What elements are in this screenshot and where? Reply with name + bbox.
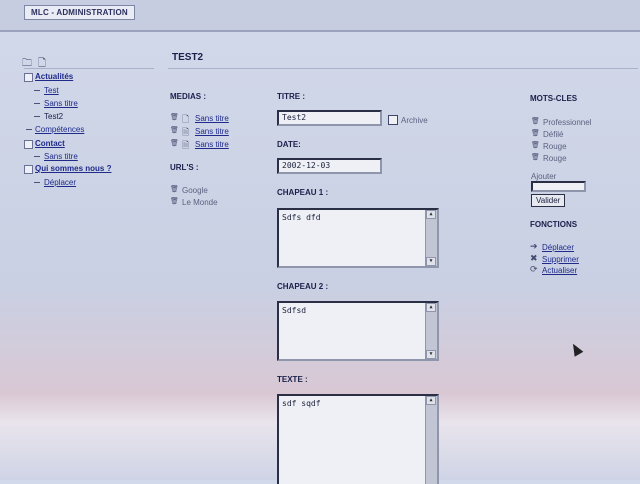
tree-toolbar: 🗀 🗋 [22, 56, 52, 73]
url-item[interactable]: Google [182, 186, 208, 195]
tree-item-sans-titre-2[interactable]: Sans titre [44, 152, 78, 161]
tree-item-deplacer[interactable]: Déplacer [44, 178, 76, 187]
scrollbar[interactable]: ▲ ▼ [425, 210, 437, 266]
trash-icon[interactable]: 🗑 [531, 129, 540, 137]
texte-label: TEXTE : [277, 375, 308, 384]
date-input[interactable]: 2002-12-03 [277, 158, 382, 174]
keywords-label: MOTS-CLES [530, 94, 578, 103]
trash-icon[interactable]: 🗑 [531, 141, 540, 149]
functions-label: FONCTIONS [530, 220, 578, 229]
validate-button[interactable]: Valider [531, 194, 566, 207]
chapeau1-textarea[interactable]: Sdfs dfd ▲ ▼ [277, 208, 439, 268]
text-file-icon: 🗎 [182, 140, 190, 150]
page-title: TEST2 [172, 52, 204, 63]
chapeau1-text: Sdfs dfd [282, 213, 321, 222]
tree-expander-icon[interactable] [24, 140, 33, 149]
scroll-down-icon[interactable]: ▼ [426, 257, 436, 266]
scroll-up-icon[interactable]: ▲ [426, 396, 436, 405]
keyword-item: Rouge [543, 154, 567, 163]
urls-label: URL'S : [170, 163, 199, 172]
date-label: DATE: [277, 140, 301, 149]
chapeau1-label: CHAPEAU 1 : [277, 188, 329, 197]
tree-expander-icon[interactable] [24, 165, 33, 174]
chapeau2-text: Sdfsd [282, 306, 307, 315]
url-item[interactable]: Le Monde [182, 198, 218, 207]
trash-icon[interactable]: 🗑 [170, 126, 179, 134]
tree-expander-icon[interactable] [24, 73, 33, 82]
scroll-up-icon[interactable]: ▲ [426, 303, 436, 312]
keyword-item: Défilé [543, 130, 564, 139]
tree-item-qui-sommes-nous[interactable]: Qui sommes nous ? [35, 164, 111, 173]
tree-item-test[interactable]: Test [44, 86, 59, 95]
refresh-link[interactable]: Actualiser [542, 266, 577, 275]
tree-branch [34, 156, 40, 157]
scroll-down-icon[interactable]: ▼ [426, 350, 436, 359]
trash-icon[interactable]: 🗑 [531, 153, 540, 161]
trash-icon[interactable]: 🗑 [170, 113, 179, 121]
new-page-icon[interactable]: 🗋 [38, 58, 46, 69]
tree-branch [34, 182, 40, 183]
move-icon[interactable]: ➔ [530, 241, 538, 252]
tree-item-sans-titre[interactable]: Sans titre [44, 99, 78, 108]
folder-icon[interactable]: 🗀 [22, 58, 32, 69]
keyword-item: Rouge [543, 142, 567, 151]
medias-label: MEDIAS : [170, 92, 206, 101]
keyword-item: Professionnel [543, 118, 592, 127]
mouse-cursor-icon [568, 341, 584, 357]
scrollbar[interactable]: ▲ [425, 396, 437, 484]
app-title-tab[interactable]: MLC - ADMINISTRATION [24, 5, 135, 20]
tree-branch [34, 90, 40, 91]
delete-link[interactable]: Supprimer [542, 255, 579, 264]
refresh-icon[interactable]: ⟳ [530, 264, 538, 275]
trash-icon[interactable]: 🗑 [170, 185, 179, 193]
tree-item-actualites[interactable]: Actualités [35, 72, 73, 81]
tree-branch [26, 129, 32, 130]
media-link[interactable]: Sans titre [195, 114, 229, 123]
trash-icon[interactable]: 🗑 [170, 197, 179, 205]
chapeau2-label: CHAPEAU 2 : [277, 282, 329, 291]
add-keyword-label: Ajouter [531, 172, 557, 181]
delete-icon[interactable]: ✖ [530, 253, 538, 264]
move-link[interactable]: Déplacer [542, 243, 574, 252]
chapeau2-textarea[interactable]: Sdfsd ▲ ▼ [277, 301, 439, 361]
archive-label: Archive [401, 116, 428, 125]
trash-icon[interactable]: 🗑 [170, 139, 179, 147]
scroll-up-icon[interactable]: ▲ [426, 210, 436, 219]
archive-checkbox[interactable] [388, 115, 398, 125]
tree-branch [34, 103, 40, 104]
media-link[interactable]: Sans titre [195, 140, 229, 149]
scrollbar[interactable]: ▲ ▼ [425, 303, 437, 359]
titre-label: TITRE : [277, 92, 305, 101]
media-link[interactable]: Sans titre [195, 127, 229, 136]
add-keyword-input[interactable] [531, 181, 586, 192]
title-divider [168, 68, 638, 69]
texte-text: sdf sqdf [282, 399, 321, 408]
tree-item-competences[interactable]: Compétences [35, 125, 84, 134]
tree-branch [34, 116, 40, 117]
titre-input[interactable]: Test2 [277, 110, 382, 126]
texte-textarea[interactable]: sdf sqdf ▲ [277, 394, 439, 484]
trash-icon[interactable]: 🗑 [531, 117, 540, 125]
tree-item-contact[interactable]: Contact [35, 139, 65, 148]
tree-item-test2[interactable]: Test2 [44, 112, 63, 121]
